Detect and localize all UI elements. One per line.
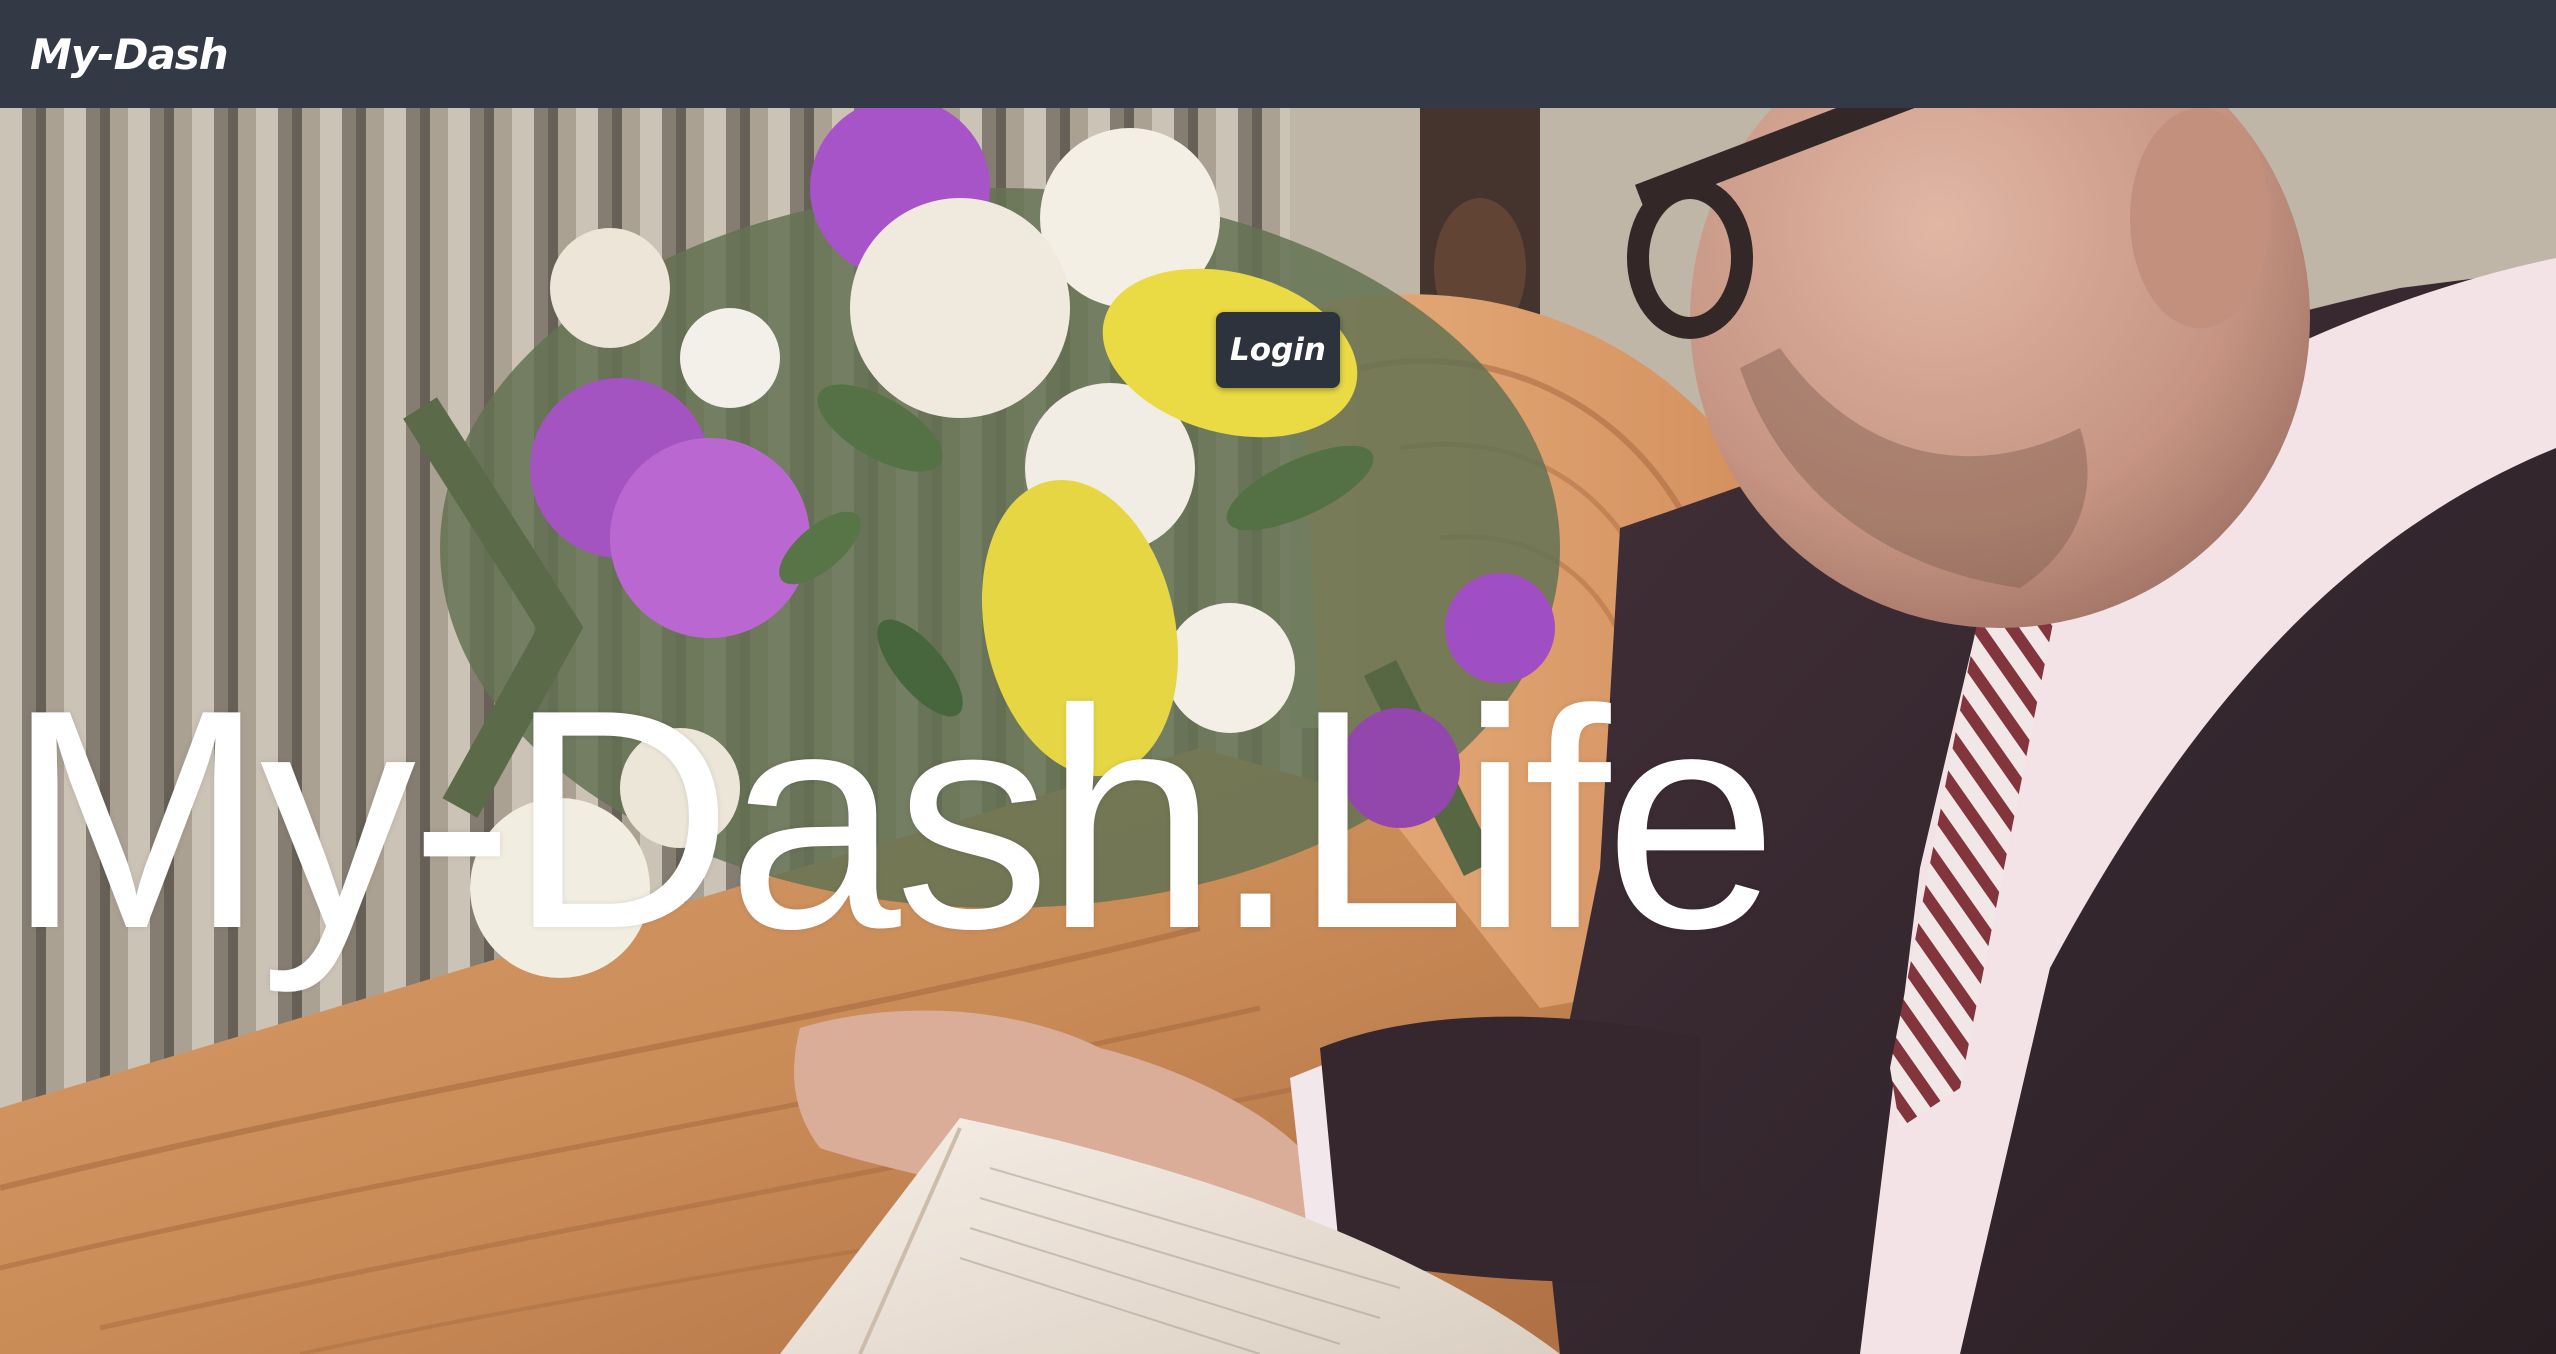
brand-logo-link[interactable]: My-Dash [30, 30, 229, 79]
hero-section: Login My-Dash.Life [0, 108, 2556, 1354]
hero-title: My-Dash.Life [6, 646, 1778, 994]
login-button[interactable]: Login [1216, 312, 1340, 388]
top-navbar: My-Dash [0, 0, 2556, 108]
